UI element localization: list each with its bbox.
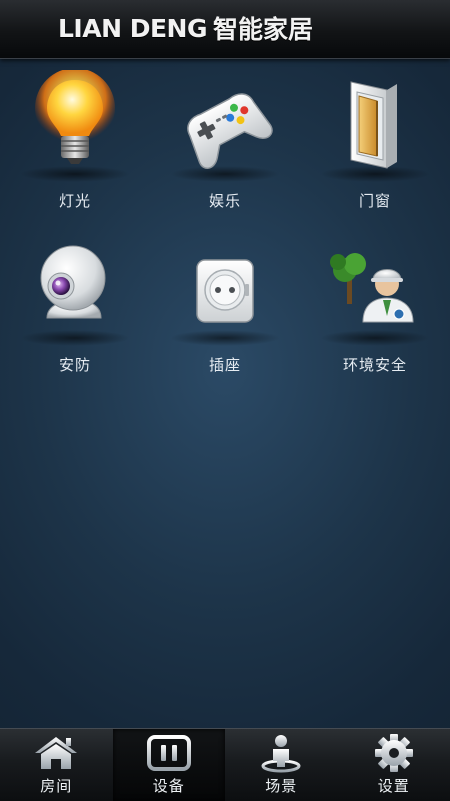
tab-scenes[interactable]: 场景 [225, 729, 338, 801]
gear-icon [369, 733, 419, 773]
device-socket[interactable]: 插座 [150, 234, 300, 384]
security-camera-icon [25, 234, 125, 342]
device-label: 环境安全 [300, 354, 450, 375]
tab-label: 设置 [338, 775, 450, 796]
tab-label: 场景 [225, 775, 338, 796]
door-window-icon [325, 70, 425, 178]
power-socket-icon [175, 234, 275, 342]
device-light[interactable]: 灯光 [0, 70, 150, 220]
tab-rooms[interactable]: 房间 [0, 729, 113, 801]
device-security[interactable]: 安防 [0, 234, 150, 384]
tab-settings[interactable]: 设置 [338, 729, 450, 801]
device-door-window[interactable]: 门窗 [300, 70, 450, 220]
device-label: 安防 [0, 354, 150, 375]
tab-label: 设备 [113, 775, 226, 796]
device-label: 门窗 [300, 190, 450, 211]
gamepad-icon [175, 70, 275, 178]
brand-title: LIAN DENG 智能家居 [58, 8, 313, 48]
brand-latin-text: LIAN DENG [58, 14, 207, 43]
device-label: 娱乐 [150, 190, 300, 211]
device-label: 插座 [150, 354, 300, 375]
brand-chinese-text: 智能家居 [213, 10, 313, 46]
app-header: LIAN DENG 智能家居 [0, 0, 450, 59]
scene-person-icon [256, 733, 306, 773]
tab-label: 房间 [0, 775, 113, 796]
house-icon [31, 733, 81, 773]
device-icon [144, 733, 194, 773]
device-entertainment[interactable]: 娱乐 [150, 70, 300, 220]
bottom-tab-bar: 房间 设备 场景 [0, 728, 450, 801]
tab-devices[interactable]: 设备 [113, 729, 226, 801]
device-environment-safety[interactable]: 环境安全 [300, 234, 450, 384]
environment-safety-icon [325, 234, 425, 342]
device-label: 灯光 [0, 190, 150, 211]
lightbulb-icon [25, 70, 125, 178]
